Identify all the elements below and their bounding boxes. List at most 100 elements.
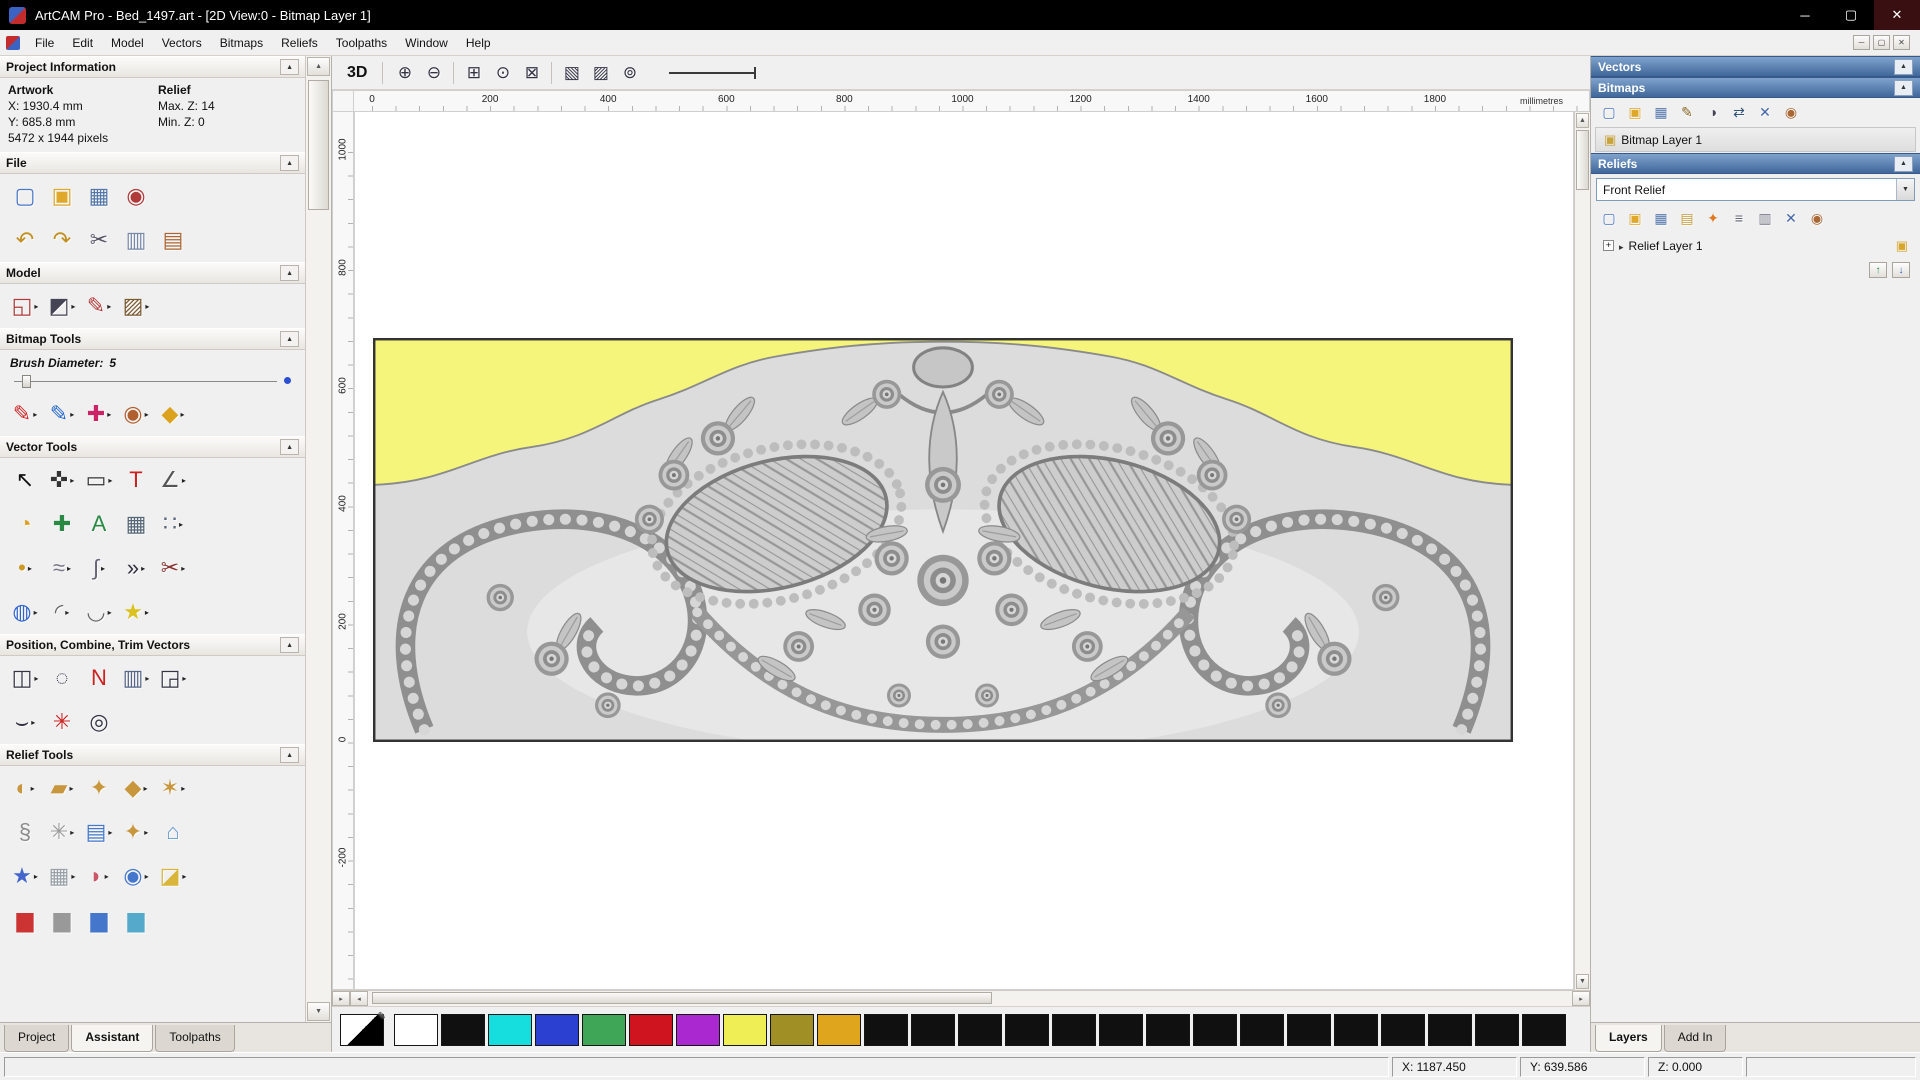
primary-secondary-color-chip[interactable] [340,1014,384,1046]
color-swatch-20[interactable] [1287,1014,1331,1046]
color-swatch-11[interactable] [864,1014,908,1046]
flyout-arrow-icon[interactable] [142,828,148,837]
fan-relief-icon[interactable]: ◗ [82,858,116,894]
flyout-arrow-icon[interactable] [103,872,109,881]
nesting-icon[interactable]: N [82,660,116,696]
relief-selector-dropdown[interactable]: Front Relief [1596,178,1915,201]
new-model-icon[interactable]: ▢ [8,178,42,214]
zoom-actual-icon[interactable]: ⊙ [489,60,516,86]
relief-from-image-icon[interactable]: ▤ [82,814,116,850]
menu-file[interactable]: File [26,31,63,55]
color-swatch-1[interactable] [394,1014,438,1046]
color-swatch-4[interactable] [535,1014,579,1046]
trim-vector-icon[interactable]: » [119,550,153,586]
flyout-arrow-icon[interactable] [143,608,149,617]
delete-bitmap-icon[interactable]: ✕ [1753,101,1777,123]
flyout-arrow-icon[interactable] [143,410,149,419]
create-circle-icon[interactable]: ◍ [8,594,42,630]
flyout-arrow-icon[interactable] [26,564,32,573]
canvas-2d-view[interactable] [354,112,1574,990]
relief-options-icon[interactable]: ◉ [1805,207,1829,229]
weave-relief-icon[interactable]: ▦ [45,858,79,894]
collapse-icon[interactable] [280,439,299,455]
offset-vectors-icon[interactable]: ◔ [8,506,42,542]
scale-relief-icon[interactable]: ✶ [156,770,190,806]
paste-along-curve-icon[interactable]: ∷ [156,506,190,542]
open-relief-icon[interactable]: ▣ [1623,207,1647,229]
flyout-arrow-icon[interactable] [32,608,38,617]
zoom-objects-icon[interactable]: ⊚ [616,60,643,86]
menu-reliefs[interactable]: Reliefs [272,31,327,55]
scroll-thumb[interactable] [308,80,329,210]
invert-relief-icon[interactable]: ▆ [82,902,116,938]
flyout-arrow-icon[interactable] [32,302,38,311]
set-model-size-icon[interactable]: ◱ [8,288,42,324]
open-model-icon[interactable]: ▣ [45,178,79,214]
copy-relief-icon[interactable]: ▥ [1753,207,1777,229]
color-swatch-9[interactable] [770,1014,814,1046]
create-point-icon[interactable]: • [8,550,42,586]
color-swatch-8[interactable] [723,1014,767,1046]
canvas-vertical-scrollbar[interactable] [1574,112,1590,990]
color-swatch-22[interactable] [1381,1014,1425,1046]
mdi-close-button[interactable]: ✕ [1893,35,1910,50]
color-swatch-25[interactable] [1522,1014,1566,1046]
collapse-icon[interactable] [1894,80,1913,96]
create-rectangle-icon[interactable]: ▭ [82,462,116,498]
menu-edit[interactable]: Edit [63,31,102,55]
tab-layers[interactable]: Layers [1595,1025,1662,1052]
colour-palette-icon[interactable]: ◉ [119,396,153,432]
brush-diameter-slider[interactable] [14,374,291,388]
transfer-bitmap-icon[interactable]: ⇄ [1727,101,1751,123]
flyout-arrow-icon[interactable] [139,564,145,573]
scroll-right-icon[interactable]: ▸ [1572,991,1590,1006]
color-swatch-5[interactable] [582,1014,626,1046]
color-swatch-3[interactable] [488,1014,532,1046]
zoom-in-icon[interactable]: ⊕ [391,60,418,86]
flyout-arrow-icon[interactable] [31,410,37,419]
expand-icon[interactable] [1603,240,1614,251]
collapse-icon[interactable] [280,265,299,281]
collapse-icon[interactable] [280,59,299,75]
flyout-arrow-icon[interactable] [67,784,73,793]
scroll-up-icon[interactable] [1576,113,1589,128]
select-vectors-icon[interactable]: ↖ [8,462,42,498]
offset-relief-icon[interactable]: ▆ [8,902,42,938]
tab-assistant[interactable]: Assistant [71,1025,153,1052]
mdi-minimize-button[interactable]: ─ [1853,35,1870,50]
color-swatch-13[interactable] [958,1014,1002,1046]
color-swatch-24[interactable] [1475,1014,1519,1046]
sphere-relief-icon[interactable]: ◉ [119,858,153,894]
close-button[interactable]: ✕ [1874,0,1920,30]
save-model-icon[interactable]: ▦ [82,178,116,214]
circular-copy-icon[interactable]: ◌ [45,660,79,696]
add-note-icon[interactable]: ✎ [82,288,116,324]
model-properties-icon[interactable]: ▨ [119,288,153,324]
delete-relief-icon[interactable]: ✕ [1779,207,1803,229]
flood-fill-icon[interactable]: ◆ [156,396,190,432]
measure-icon[interactable]: ∠ [156,462,190,498]
chevron-down-icon[interactable] [1896,179,1914,200]
bitmap-to-vector-icon[interactable]: ✎ [1675,101,1699,123]
relief-artwork[interactable] [373,338,1513,742]
weld-vectors-icon[interactable]: ✳ [45,704,79,740]
save-bitmap-icon[interactable]: ▦ [1649,101,1673,123]
scroll-down-icon[interactable] [1576,974,1589,989]
menu-help[interactable]: Help [457,31,500,55]
next-view-icon[interactable]: ▨ [587,60,614,86]
draw-icon[interactable]: ✚ [82,396,116,432]
scroll-thumb[interactable] [372,992,992,1004]
flyout-arrow-icon[interactable] [178,410,184,419]
paint-icon[interactable]: ✎ [8,396,42,432]
scroll-track[interactable] [368,991,1572,1006]
block-copy-icon[interactable]: ▥ [119,660,153,696]
maximize-button[interactable]: ▢ [1828,0,1874,30]
color-swatch-15[interactable] [1052,1014,1096,1046]
color-swatch-7[interactable] [676,1014,720,1046]
extrude-relief-icon[interactable]: ✦ [119,814,153,850]
group-vectors-icon[interactable]: ◲ [156,660,190,696]
shape-editor-icon[interactable]: ◐ [8,770,42,806]
flyout-arrow-icon[interactable] [29,784,35,793]
collapse-icon[interactable] [1894,156,1913,172]
collapse-icon[interactable] [1894,59,1913,75]
